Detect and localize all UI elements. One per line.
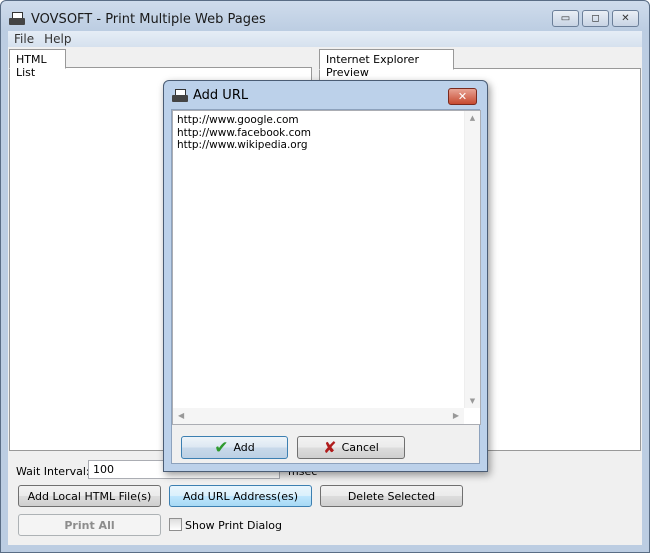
add-local-html-button[interactable]: Add Local HTML File(s)	[18, 485, 161, 507]
url-line: http://www.wikipedia.org	[177, 139, 308, 151]
wait-interval-label: Wait Interval:	[16, 465, 90, 478]
printer-icon	[9, 12, 25, 26]
horizontal-scrollbar[interactable]: ◀ ▶	[173, 408, 464, 424]
dialog-title: Add URL	[193, 88, 249, 103]
vertical-scrollbar[interactable]: ▲ ▼	[464, 111, 480, 408]
url-line: http://www.google.com	[177, 114, 299, 126]
tab-html-list[interactable]: HTML List	[9, 49, 66, 79]
window-title: VOVSOFT - Print Multiple Web Pages	[31, 11, 266, 27]
menu-bar: File Help	[8, 31, 642, 47]
printer-icon	[172, 88, 188, 103]
title-bar: VOVSOFT - Print Multiple Web Pages	[9, 9, 266, 29]
add-url-dialog: Add URL ✕ http://www.google.com http://w…	[163, 80, 488, 472]
delete-selected-button[interactable]: Delete Selected	[320, 485, 463, 507]
add-button[interactable]: ✔ Add	[181, 436, 288, 459]
show-print-dialog-checkbox[interactable]	[169, 518, 182, 531]
checkmark-icon: ✔	[214, 437, 229, 458]
menu-help[interactable]: Help	[44, 31, 71, 47]
maximize-button[interactable]: ◻	[582, 10, 609, 27]
print-all-button[interactable]: Print All	[18, 514, 161, 536]
dialog-close-button[interactable]: ✕	[448, 88, 477, 105]
close-button[interactable]: ✕	[612, 10, 639, 27]
show-print-dialog-label: Show Print Dialog	[185, 519, 283, 532]
url-memo[interactable]: http://www.google.com http://www.faceboo…	[172, 110, 481, 425]
dialog-title-bar: Add URL	[172, 88, 248, 103]
tab-ie-preview[interactable]: Internet Explorer Preview	[319, 49, 454, 79]
minimize-button[interactable]: ▭	[552, 10, 579, 27]
add-url-button[interactable]: Add URL Address(es)	[169, 485, 312, 507]
menu-file[interactable]: File	[14, 31, 34, 47]
x-icon: ✘	[323, 438, 337, 457]
cancel-button[interactable]: ✘ Cancel	[297, 436, 405, 459]
url-line: http://www.facebook.com	[177, 126, 312, 139]
